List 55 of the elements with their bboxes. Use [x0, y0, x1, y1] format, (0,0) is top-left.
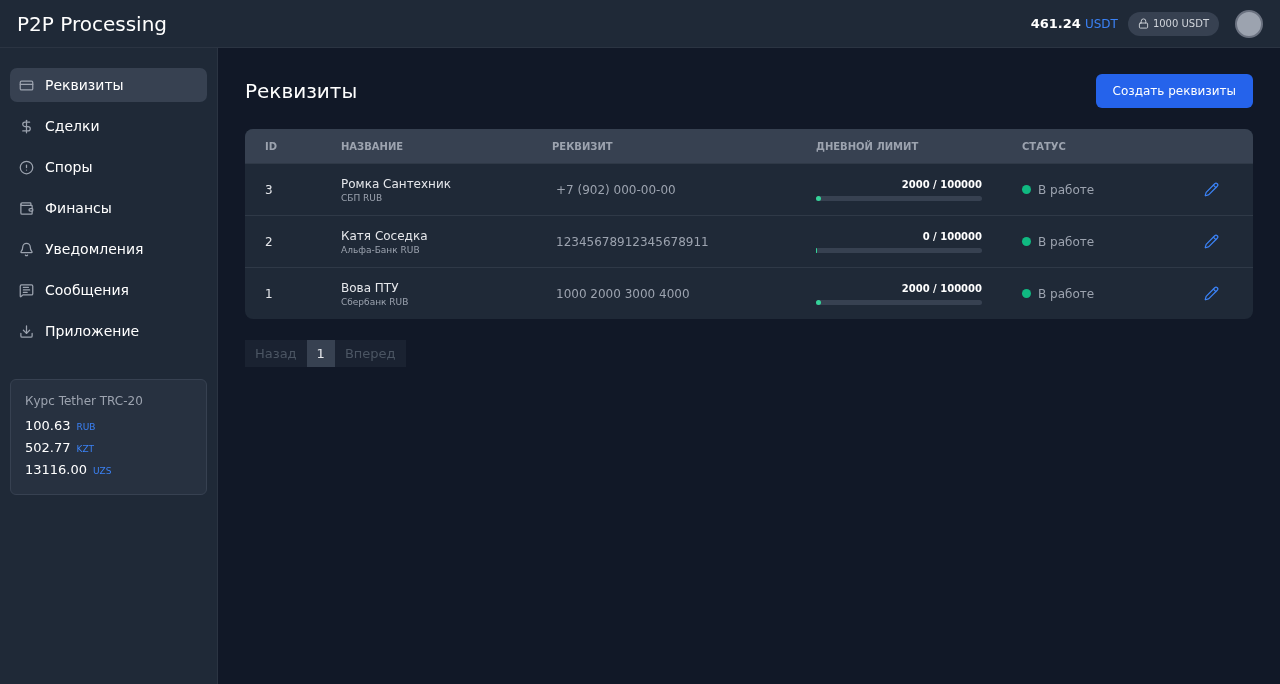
requisite-cell-text: +7 (902) 000-00-00 — [555, 182, 677, 197]
rate-value: 13116.00 — [25, 462, 88, 477]
nav-item[interactable]: Финансы — [10, 191, 207, 225]
edit-button[interactable] — [1204, 182, 1219, 197]
nav-item[interactable]: Реквизиты — [10, 68, 207, 102]
status-text: В работе — [1038, 234, 1095, 249]
column-header: НАЗВАНИЕ — [341, 140, 405, 152]
rate-currency: RUB — [76, 422, 96, 432]
frozen-amount: 1000 USDT — [1152, 18, 1209, 29]
requisite-cell-text: 1000 2000 3000 4000 — [555, 286, 691, 301]
wallet-icon — [19, 200, 34, 216]
requisite-name: Ромка Сантехник — [341, 176, 452, 191]
nav-item[interactable]: Уведомления — [10, 232, 207, 266]
rate-value: 100.63 — [25, 418, 71, 433]
bell-icon — [19, 241, 34, 257]
status-text: В работе — [1038, 286, 1095, 301]
id-cell-text: 2 — [265, 234, 274, 249]
limit-text: 2000 / 100000 — [901, 282, 982, 294]
column-header: РЕКВИЗИТ — [552, 140, 614, 152]
bank-name: Сбербанк RUB — [341, 296, 410, 307]
rate-value: 502.77 — [25, 440, 71, 455]
alert-icon — [19, 159, 34, 175]
limit-text: 0 / 100000 — [922, 230, 982, 242]
edit-button[interactable] — [1204, 286, 1219, 301]
id-cell-text: 3 — [265, 182, 274, 197]
download-icon — [19, 323, 34, 339]
nav-item[interactable]: Споры — [10, 150, 207, 184]
page-button[interactable]: 1 — [306, 340, 335, 367]
rate-currency: KZT — [76, 444, 95, 454]
message-icon — [19, 282, 34, 298]
nav-item[interactable]: Приложение — [10, 314, 207, 348]
avatar[interactable] — [1235, 9, 1263, 38]
dollar-icon — [19, 118, 34, 134]
create-button[interactable]: Создать реквизиты — [1095, 74, 1253, 108]
rates-title: Курс Tether TRC-20 — [25, 394, 144, 408]
column-header: ДНЕВНОЙ ЛИМИТ — [816, 140, 920, 152]
requisite-name: Вова ПТУ — [341, 280, 400, 295]
bank-name: СБП RUB — [341, 192, 384, 203]
bank-name: Альфа-Банк RUB — [341, 244, 421, 255]
id-cell-text: 1 — [265, 286, 274, 301]
rate-currency: UZS — [93, 466, 112, 476]
column-header: ID — [265, 140, 279, 152]
page-title: Реквизиты — [245, 79, 358, 103]
column-header: СТАТУС — [1022, 140, 1067, 152]
nav-item[interactable]: Сообщения — [10, 273, 207, 307]
requisite-cell-text: 12345678912345678911 — [555, 234, 710, 249]
lock-icon — [1137, 18, 1149, 29]
balance: 461.24 USDT — [1030, 16, 1118, 31]
edit-button[interactable] — [1204, 234, 1219, 249]
requisite-name: Катя Соседка — [341, 228, 429, 243]
limit-text: 2000 / 100000 — [901, 178, 982, 190]
status-text: В работе — [1038, 182, 1095, 197]
nav-item[interactable]: Сделки — [10, 109, 207, 143]
card-icon — [19, 77, 34, 93]
app-logo: P2P Processing — [17, 11, 168, 36]
